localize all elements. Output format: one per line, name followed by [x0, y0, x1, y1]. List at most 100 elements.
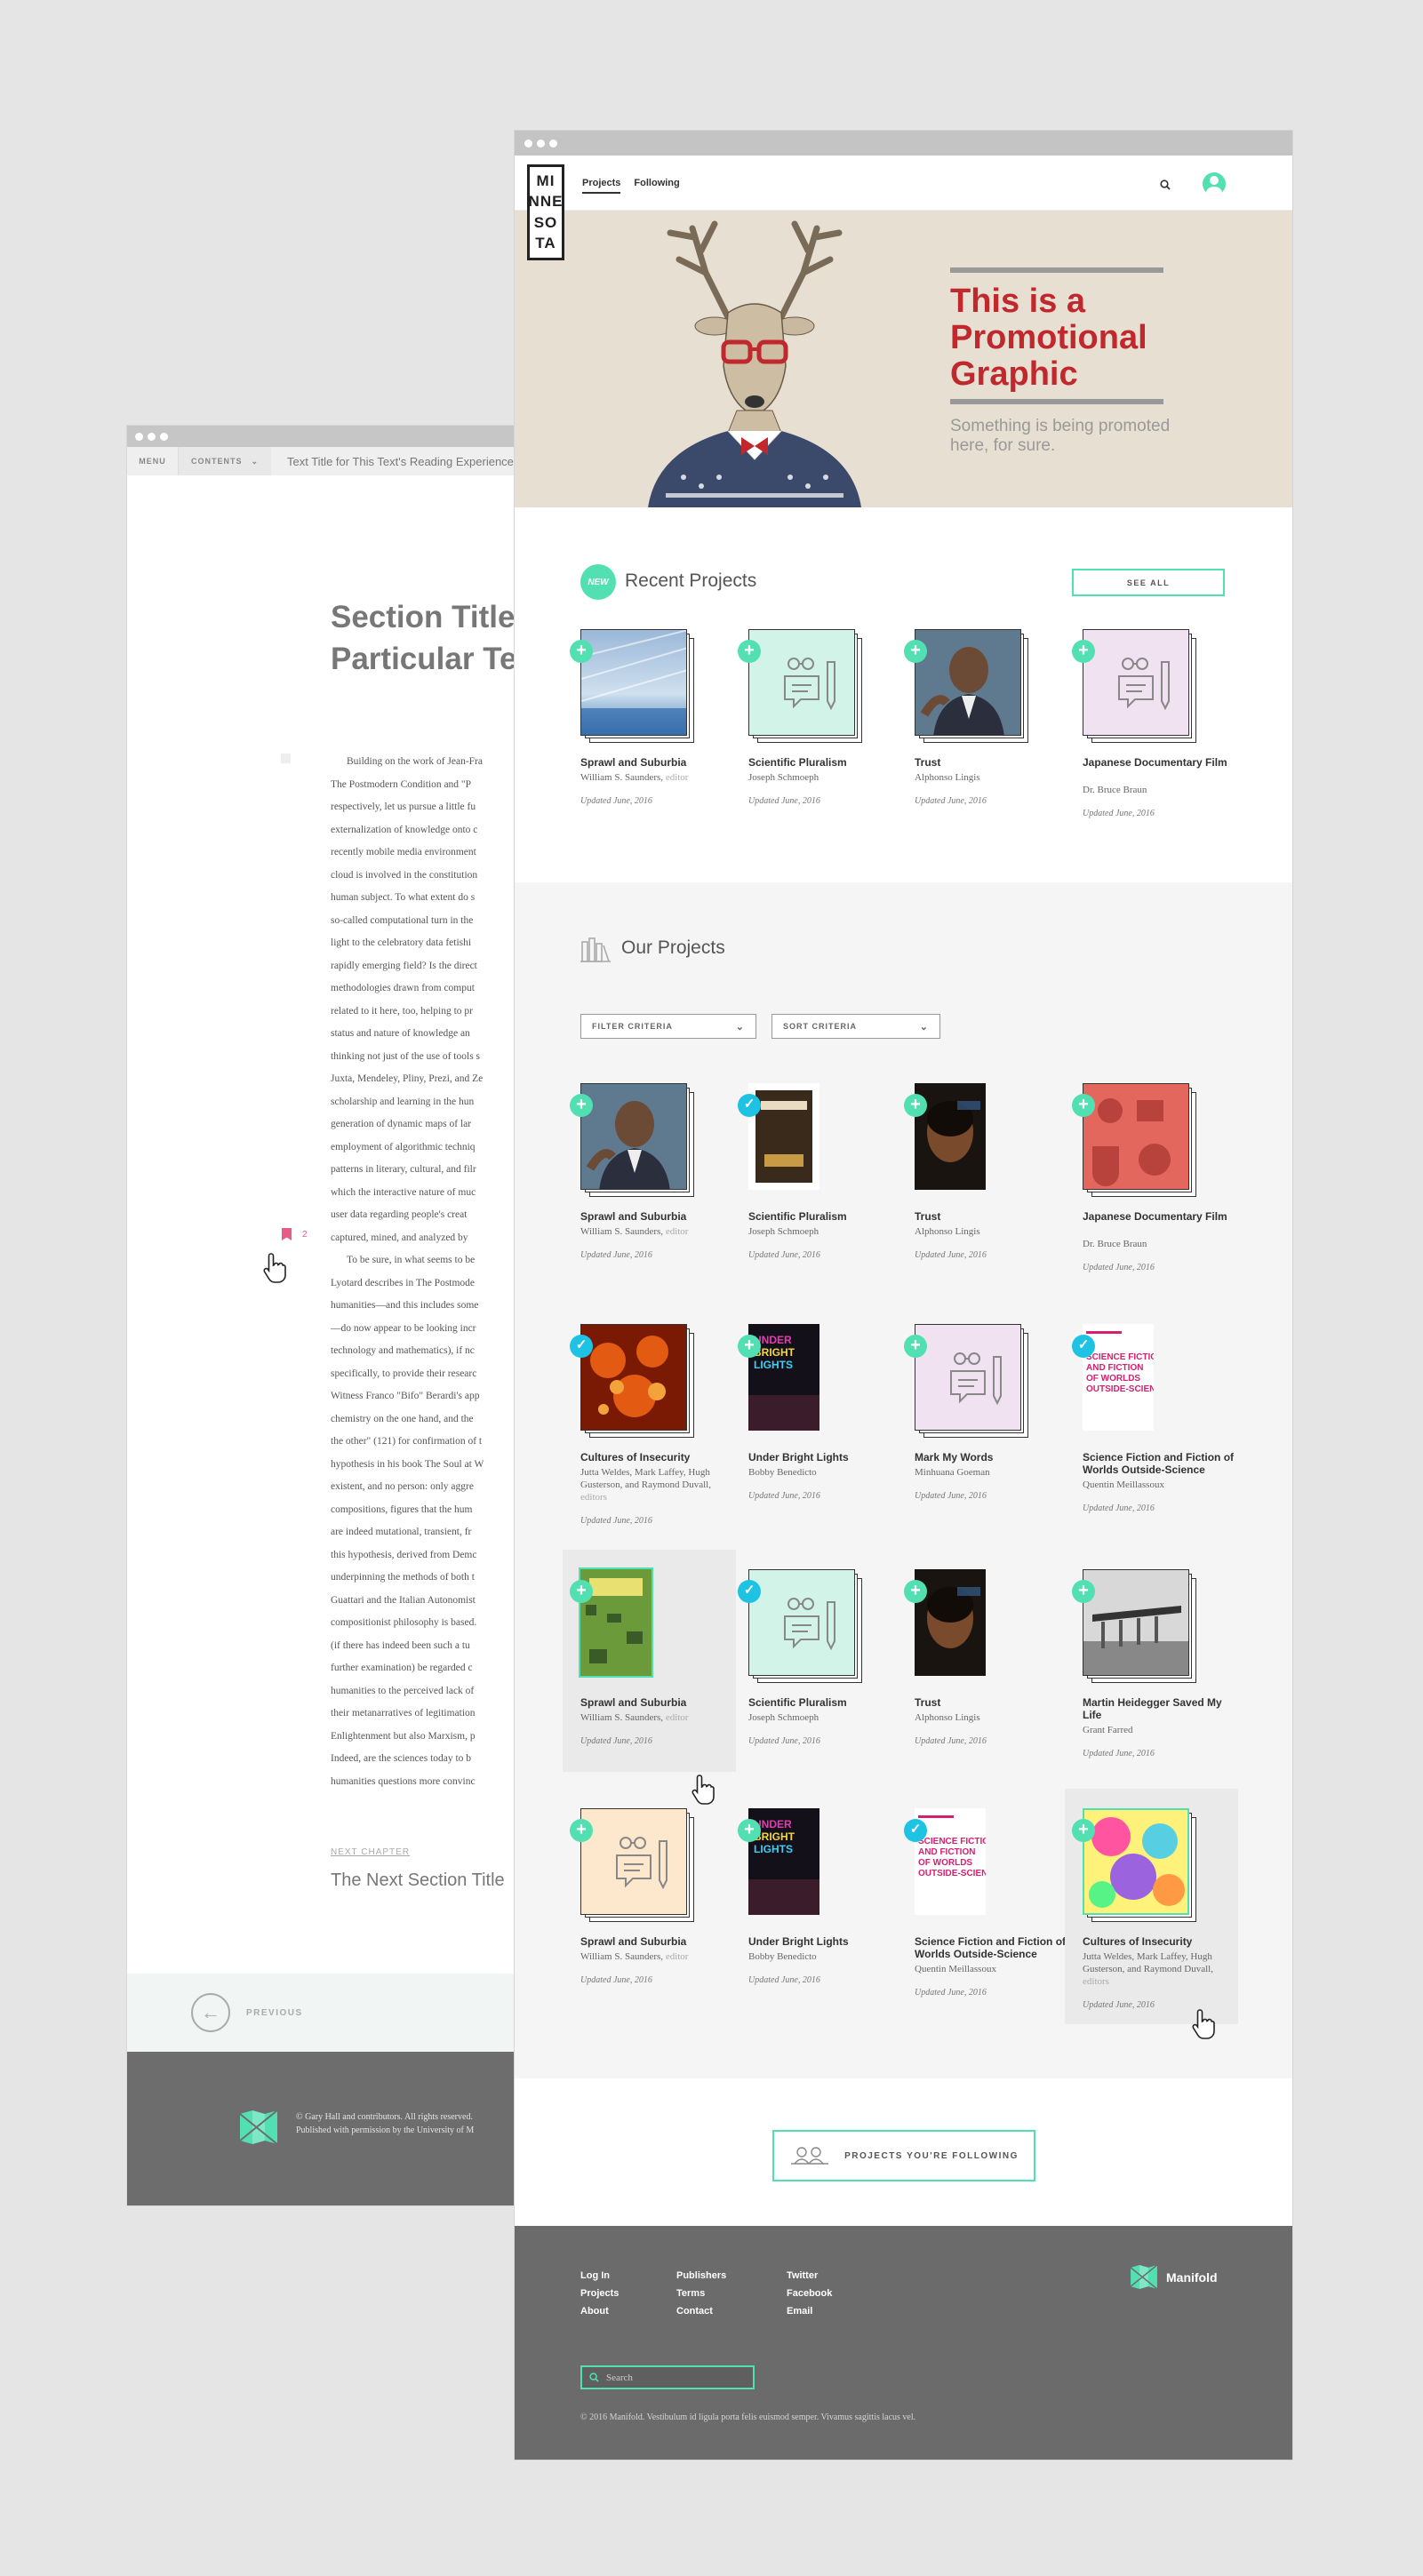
project-card[interactable]: + UNDER BRIGHT LIGHTS Under Bright Lights Bob… — [738, 1324, 908, 1528]
window-dot[interactable] — [148, 432, 156, 441]
project-card[interactable]: + Sprawl and Suburbia William S. Saunders,… — [570, 1567, 740, 1774]
project-card[interactable]: + UNDER BRIGHT LIGHTS Under Bright Lights Bob… — [738, 1808, 908, 2013]
window-dot[interactable] — [537, 139, 545, 148]
add-icon[interactable]: + — [1072, 1580, 1095, 1603]
cover-image[interactable] — [1083, 1808, 1189, 1915]
project-card[interactable]: + Sprawl and Suburbia William S. Saunders,… — [570, 629, 740, 833]
check-icon[interactable]: ✓ — [1072, 1335, 1095, 1358]
sort-dropdown[interactable]: SORT CRITERIA ⌄ — [771, 1014, 940, 1039]
project-card[interactable]: + Mark My Words Minhuana Goeman Updated Jun… — [904, 1324, 1075, 1528]
footer-link[interactable]: About — [580, 2306, 619, 2317]
window-dot[interactable] — [524, 139, 532, 148]
project-title[interactable]: Science Fiction and Fiction of Worlds Ou… — [915, 1935, 1075, 1960]
add-icon[interactable]: + — [904, 1094, 927, 1117]
check-icon[interactable]: ✓ — [570, 1335, 593, 1358]
footer-link[interactable]: Publishers — [676, 2270, 726, 2281]
project-card[interactable]: ✓ Cultures of Insecurity Jutta Weldes, Mar… — [570, 1324, 740, 1528]
avatar[interactable] — [1203, 172, 1226, 195]
bookmark-placeholder-icon[interactable] — [281, 754, 291, 763]
project-card[interactable]: + Trust Alphonso Lingis Updated June, 2016 — [904, 1083, 1075, 1288]
add-icon[interactable]: + — [570, 1094, 593, 1117]
next-section-title[interactable]: The Next Section Title — [331, 1870, 505, 1891]
project-title[interactable]: Under Bright Lights — [748, 1451, 908, 1463]
project-title[interactable]: Trust — [915, 1210, 1075, 1223]
footer-link[interactable]: Email — [787, 2306, 832, 2317]
footer-link[interactable]: Facebook — [787, 2288, 832, 2299]
project-card[interactable]: + Cultures of Insecurity Jutta Weldes, Mar… — [1072, 1808, 1243, 2013]
project-card[interactable]: ✓ Scientific Pluralism Joseph Schmoeph Upda… — [738, 1083, 908, 1288]
see-all-button[interactable]: SEE ALL — [1072, 569, 1225, 596]
add-icon[interactable]: + — [904, 1335, 927, 1358]
project-title[interactable]: Japanese Documentary Film — [1083, 756, 1243, 769]
check-icon[interactable]: ✓ — [738, 1094, 761, 1117]
project-title[interactable]: Japanese Documentary Film — [1083, 1210, 1243, 1223]
previous-label[interactable]: PREVIOUS — [246, 2008, 303, 2018]
project-title[interactable]: Martin Heidegger Saved My Life — [1083, 1696, 1243, 1721]
minnesota-logo[interactable]: MI NNE SO TA — [527, 164, 564, 260]
project-title[interactable]: Under Bright Lights — [748, 1935, 908, 1948]
arrow-left-icon[interactable]: ← — [191, 1993, 230, 2032]
footer-search[interactable] — [580, 2365, 755, 2389]
project-title[interactable]: Science Fiction and Fiction of Worlds Ou… — [1083, 1451, 1243, 1476]
annotation-marker[interactable]: 2 — [282, 1228, 308, 1240]
footer-link[interactable]: Terms — [676, 2288, 726, 2299]
check-icon[interactable]: ✓ — [738, 1580, 761, 1603]
add-icon[interactable]: + — [738, 640, 761, 663]
project-card[interactable]: + Martin Heidegger Saved My Life Grant Far… — [1072, 1569, 1243, 1774]
window-dot[interactable] — [160, 432, 168, 441]
project-title[interactable]: Scientific Pluralism — [748, 756, 908, 769]
footer-link[interactable]: Projects — [580, 2288, 619, 2299]
project-card[interactable]: + Sprawl and Suburbia William S. Saunders,… — [570, 1083, 740, 1288]
cover-image[interactable] — [748, 629, 855, 736]
project-title[interactable]: Sprawl and Suburbia — [580, 1935, 740, 1948]
window-dot[interactable] — [135, 432, 143, 441]
project-card[interactable]: + Trust Alphonso Lingis Updated June, 2016 — [904, 629, 1075, 833]
footer-link[interactable]: Log In — [580, 2270, 619, 2281]
cover-image[interactable] — [1083, 1083, 1189, 1190]
project-card[interactable]: + Trust Alphonso Lingis Updated June, 2016 — [904, 1569, 1075, 1774]
project-card[interactable]: ✓ Scientific Pluralism Joseph Schmoeph Upda… — [738, 1569, 908, 1774]
add-icon[interactable]: + — [570, 1580, 593, 1603]
tab-projects[interactable]: Projects — [582, 178, 621, 194]
project-card[interactable]: + Scientific Pluralism Joseph Schmoeph Upda… — [738, 629, 908, 833]
footer-brand[interactable]: Manifold — [1131, 2265, 1218, 2289]
add-icon[interactable]: + — [904, 640, 927, 663]
projects-following-button[interactable]: PROJECTS YOU'RE FOLLOWING — [772, 2130, 1035, 2181]
project-card[interactable]: + Japanese Documentary Film Dr. Bruce Brau… — [1072, 629, 1243, 833]
project-title[interactable]: Scientific Pluralism — [748, 1696, 908, 1709]
add-icon[interactable]: + — [1072, 1094, 1095, 1117]
previous-nav[interactable]: ← PREVIOUS — [127, 1974, 518, 2052]
project-card[interactable]: ✓SCIENCE FICTIONAND FICTIONOF WORLDSOUTS… — [1072, 1324, 1243, 1528]
add-icon[interactable]: + — [738, 1335, 761, 1358]
cover-image[interactable] — [580, 1083, 687, 1190]
cover-image[interactable] — [1083, 629, 1189, 736]
add-icon[interactable]: + — [570, 640, 593, 663]
check-icon[interactable]: ✓ — [904, 1819, 927, 1842]
footer-link[interactable]: Contact — [676, 2306, 726, 2317]
menu-button[interactable]: MENU — [127, 447, 179, 475]
project-title[interactable]: Cultures of Insecurity — [1083, 1935, 1243, 1948]
project-title[interactable]: Sprawl and Suburbia — [580, 1210, 740, 1223]
add-icon[interactable]: + — [570, 1819, 593, 1842]
contents-dropdown[interactable]: CONTENTS ⌄ — [179, 447, 271, 475]
add-icon[interactable]: + — [1072, 1819, 1095, 1842]
filter-dropdown[interactable]: FILTER CRITERIA ⌄ — [580, 1014, 756, 1039]
project-title[interactable]: Trust — [915, 756, 1075, 769]
footer-link[interactable]: Twitter — [787, 2270, 832, 2281]
project-card[interactable]: + Sprawl and Suburbia William S. Saunders,… — [570, 1808, 740, 2013]
add-icon[interactable]: + — [738, 1819, 761, 1842]
promo-hero[interactable]: This is a Promotional Graphic Something … — [515, 211, 1292, 507]
add-icon[interactable]: + — [1072, 640, 1095, 663]
add-icon[interactable]: + — [904, 1580, 927, 1603]
cover-image[interactable] — [748, 1569, 855, 1676]
cover-image[interactable] — [1083, 1569, 1189, 1676]
cover-image[interactable] — [580, 1808, 687, 1915]
next-chapter-label[interactable]: NEXT CHAPTER — [331, 1847, 410, 1857]
window-dot[interactable] — [549, 139, 557, 148]
cover-image[interactable] — [915, 629, 1021, 736]
cover-image[interactable] — [580, 1324, 687, 1431]
tab-following[interactable]: Following — [634, 178, 679, 194]
project-title[interactable]: Cultures of Insecurity — [580, 1451, 740, 1463]
cover-image[interactable] — [580, 629, 687, 736]
project-title[interactable]: Mark My Words — [915, 1451, 1075, 1463]
